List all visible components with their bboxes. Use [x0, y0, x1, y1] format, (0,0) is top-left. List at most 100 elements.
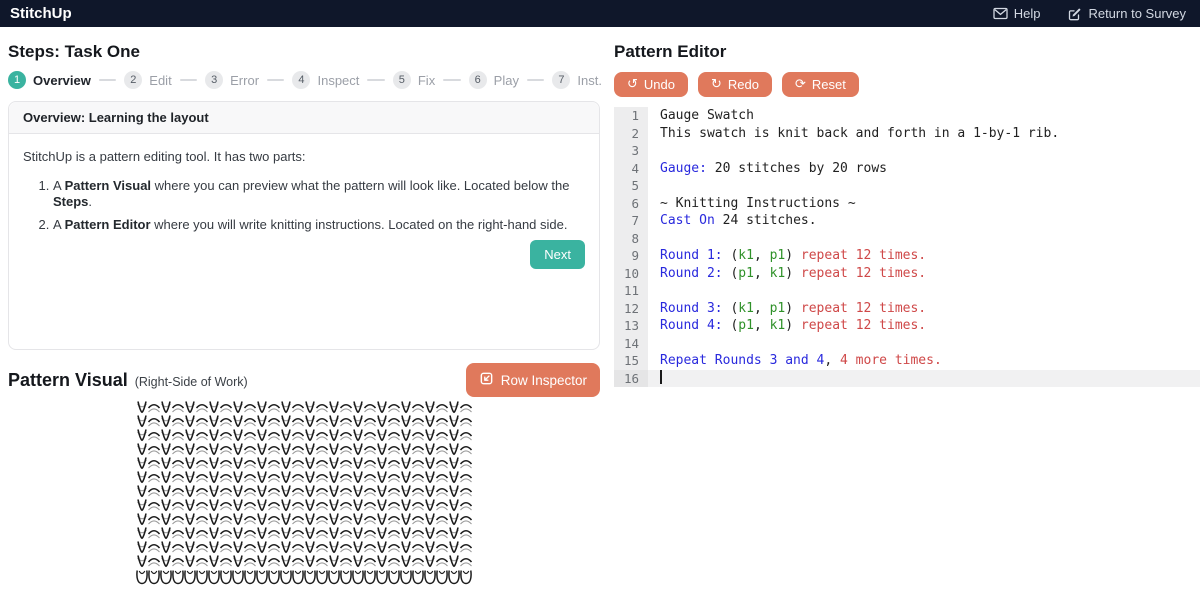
line-number: 2: [614, 124, 648, 142]
line-number: 14: [614, 334, 648, 352]
editor-toolbar: ↺ Undo ↻ Redo ⟳ Reset: [614, 72, 1200, 97]
step-label: Error: [230, 72, 260, 88]
line-number: 1: [614, 107, 648, 125]
step-number: 4: [292, 71, 311, 89]
step-2-edit: 2 Edit: [124, 71, 172, 89]
step-label: Inspect: [317, 72, 360, 88]
step-6-play: 6 Play: [468, 71, 519, 89]
stepper: 1 Overview 2 Edit 3 Error 4 Inspect 5 Fi…: [8, 71, 602, 89]
step-connector: [526, 79, 545, 81]
editor-line[interactable]: 5: [614, 177, 1200, 195]
code-line-text: Gauge: 20 stitches by 20 rows: [660, 160, 887, 176]
editor-line[interactable]: 3: [614, 142, 1200, 160]
step-5-fix: 5 Fix: [392, 71, 436, 89]
editor-line[interactable]: 14: [614, 334, 1200, 353]
line-number: 15: [614, 352, 648, 370]
undo-icon: ↺: [627, 77, 638, 92]
editor-line[interactable]: 4 Gauge: 20 stitches by 20 rows: [614, 159, 1200, 177]
line-number: 13: [614, 317, 648, 335]
line-number: 16: [614, 369, 648, 387]
step-label: Inst.: [577, 72, 602, 88]
edit-square-icon: [1068, 7, 1082, 21]
step-4-inspect: 4 Inspect: [292, 71, 359, 89]
editor-line[interactable]: 9 Round 1: (k1, p1) repeat 12 times.: [614, 247, 1200, 265]
line-number: 9: [614, 247, 648, 265]
editor-line[interactable]: 16: [614, 369, 1200, 387]
line-number: 10: [614, 264, 648, 282]
code-line-text: [648, 230, 1200, 248]
return-to-survey-link[interactable]: Return to Survey: [1068, 6, 1186, 21]
reset-icon: ⟳: [794, 77, 806, 92]
steps-title: Steps: Task One: [8, 42, 140, 61]
knit-pattern-visual: [136, 401, 472, 586]
editor-line[interactable]: 8: [614, 229, 1200, 248]
editor-line[interactable]: 1 Gauge Swatch: [614, 107, 1200, 125]
step-1-overview: 1 Overview: [8, 71, 91, 89]
overview-list-item-1: A Pattern Visual where you can preview w…: [53, 178, 585, 210]
step-label: Fix: [417, 72, 436, 88]
line-number: 6: [614, 194, 648, 212]
overview-intro: StitchUp is a pattern editing tool. It h…: [23, 149, 306, 164]
step-3-error: 3 Error: [205, 71, 259, 89]
code-line-text: [648, 282, 1200, 300]
code-line-text: [648, 177, 1200, 195]
editor-line[interactable]: 13 Round 4: (p1, k1) repeat 12 times.: [614, 317, 1200, 335]
app-title: StitchUp: [10, 5, 72, 22]
undo-button[interactable]: ↺ Undo: [614, 72, 688, 97]
step-7-inst: 7 Inst.: [552, 71, 602, 89]
line-number: 11: [614, 282, 648, 300]
step-number: 5: [392, 71, 411, 89]
code-line-text: Round 3: (k1, p1) repeat 12 times.: [660, 300, 927, 316]
code-line-text: Gauge Swatch: [660, 108, 754, 123]
envelope-icon: [993, 7, 1008, 20]
next-button[interactable]: Next: [530, 240, 585, 269]
step-label: Play: [493, 72, 519, 88]
code-editor[interactable]: 1 Gauge Swatch 2 This swatch is knit back a…: [614, 107, 1200, 387]
line-number: 3: [614, 142, 648, 160]
editor-line[interactable]: 12 Round 3: (k1, p1) repeat 12 times.: [614, 299, 1200, 317]
step-number: 6: [468, 71, 487, 89]
text-cursor: [660, 369, 662, 384]
redo-button[interactable]: ↻ Redo: [697, 72, 772, 97]
overview-list-item-2: A Pattern Editor where you will write kn…: [53, 217, 585, 233]
step-connector: [267, 79, 285, 81]
step-label: Overview: [33, 72, 91, 88]
editor-line[interactable]: 15 Repeat Rounds 3 and 4, 4 more times.: [614, 352, 1200, 370]
step-connector: [367, 79, 385, 81]
steps-panel: Steps: Task One 1 Overview 2 Edit 3 Erro…: [0, 27, 602, 592]
step-connector: [179, 79, 198, 81]
line-number: 5: [614, 177, 648, 195]
pattern-visual-subtitle: (Right-Side of Work): [134, 374, 248, 389]
code-line-text: Round 2: (p1, k1) repeat 12 times.: [660, 265, 927, 281]
top-navbar: StitchUp Help Return to Survey: [0, 0, 1200, 27]
code-line-text: [648, 369, 1200, 387]
step-connector: [98, 79, 117, 81]
editor-line[interactable]: 11: [614, 282, 1200, 300]
overview-card-title: Overview: Learning the layout: [9, 102, 599, 134]
step-number: 2: [124, 71, 143, 89]
line-number: 8: [614, 229, 648, 247]
step-number: 7: [552, 71, 571, 89]
code-line-text: Round 4: (p1, k1) repeat 12 times.: [660, 318, 927, 333]
code-line-text: Round 1: (k1, p1) repeat 12 times.: [660, 248, 927, 263]
editor-line[interactable]: 6 ~ Knitting Instructions ~: [614, 194, 1200, 212]
redo-icon: ↻: [710, 77, 722, 92]
help-link[interactable]: Help: [993, 6, 1040, 21]
editor-line[interactable]: 10 Round 2: (p1, k1) repeat 12 times.: [614, 264, 1200, 282]
step-number: 3: [205, 71, 224, 89]
code-line-text: Repeat Rounds 3 and 4, 4 more times.: [660, 353, 942, 368]
code-line-text: Cast On 24 stitches.: [660, 213, 817, 228]
code-line-text: [648, 335, 1200, 353]
inspect-cursor-icon: [479, 371, 494, 389]
overview-card: Overview: Learning the layout StitchUp i…: [8, 101, 600, 350]
row-inspector-button[interactable]: Row Inspector: [465, 363, 600, 397]
line-number: 7: [614, 212, 648, 230]
editor-line[interactable]: 2 This swatch is knit back and forth in a…: [614, 124, 1200, 142]
pattern-editor-title: Pattern Editor: [614, 42, 727, 61]
reset-button[interactable]: ⟳ Reset: [781, 72, 859, 97]
step-label: Edit: [149, 72, 172, 88]
pattern-visual-title: Pattern Visual: [8, 369, 128, 390]
code-line-text: [648, 142, 1200, 160]
pattern-editor-panel: Pattern Editor ↺ Undo ↻ Redo ⟳ Reset 1 Ga…: [602, 27, 1200, 387]
editor-line[interactable]: 7 Cast On 24 stitches.: [614, 212, 1200, 230]
